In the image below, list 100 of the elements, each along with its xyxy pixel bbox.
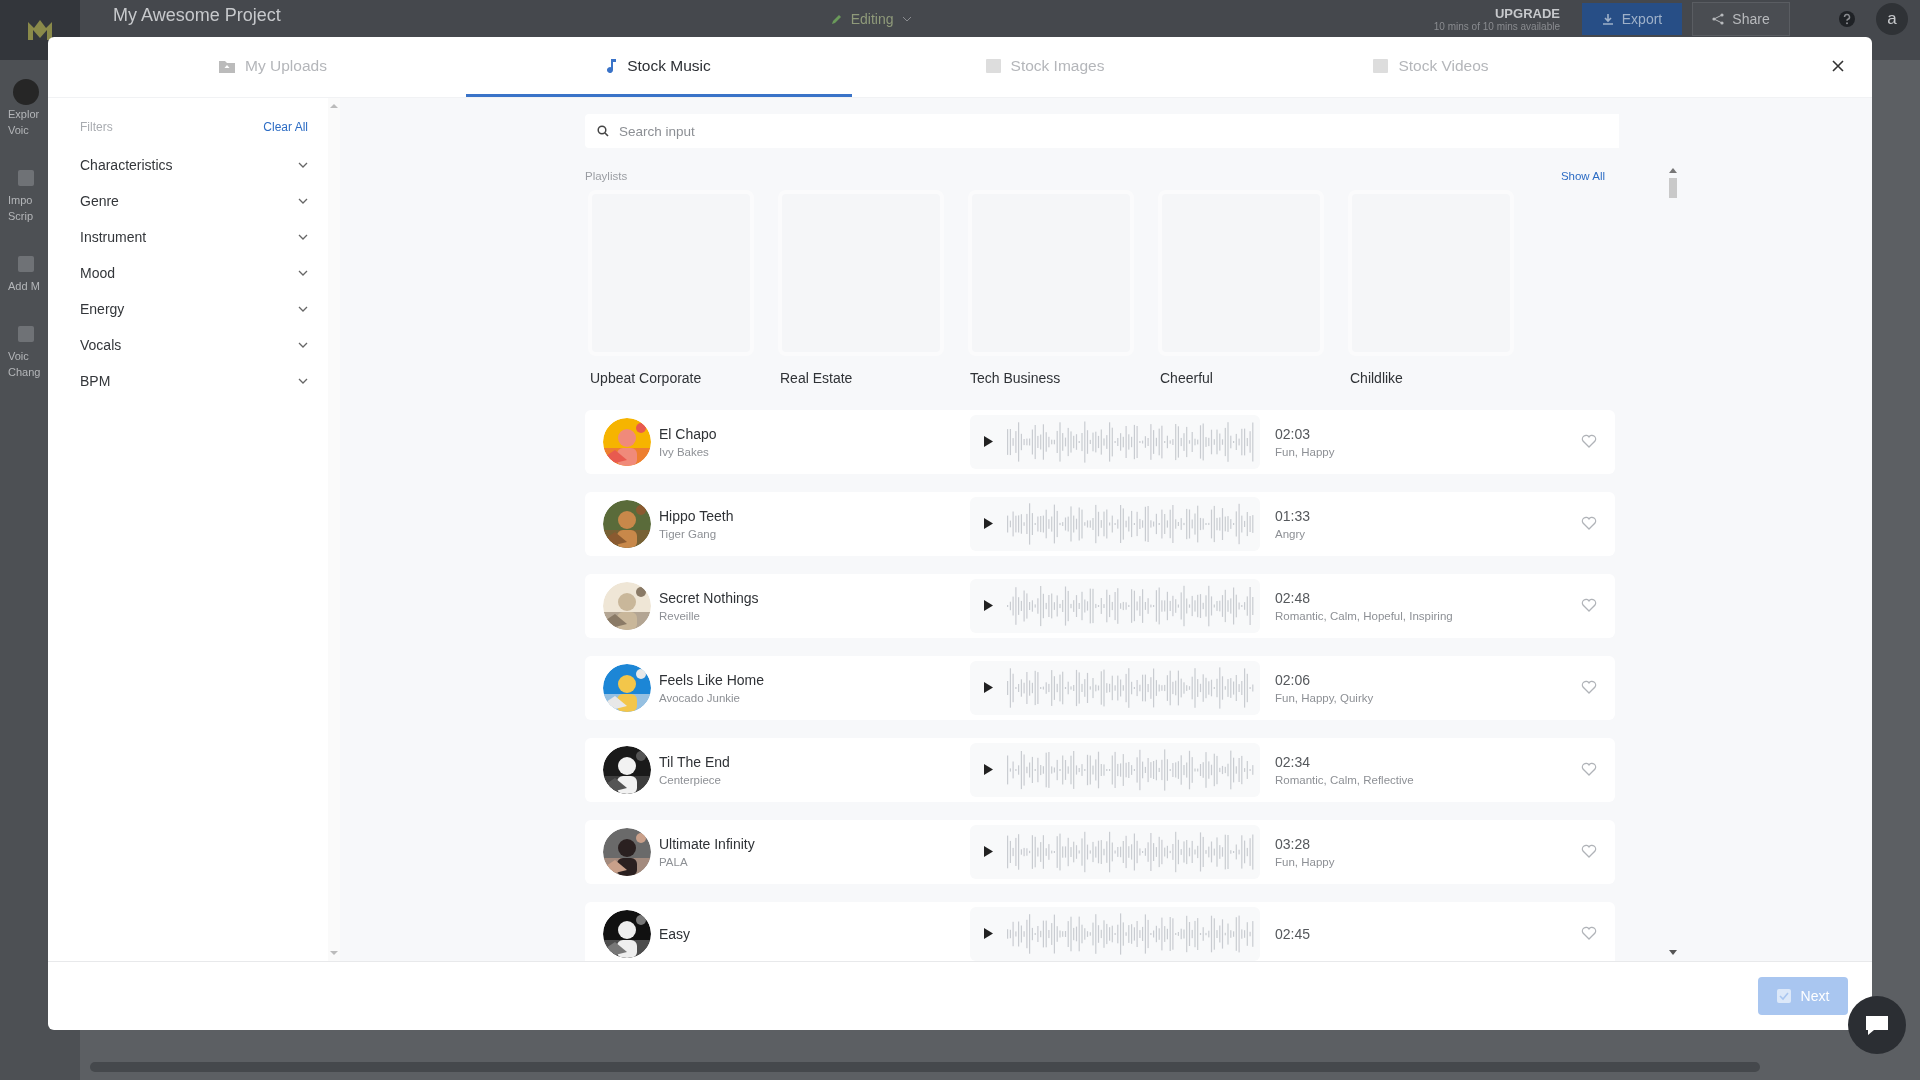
filter-dropdown[interactable]: Characteristics [80, 147, 308, 183]
playlist-title[interactable]: Tech Business [970, 370, 1155, 386]
filter-dropdown[interactable]: Instrument [80, 219, 308, 255]
chevron-icon [298, 378, 308, 384]
track-row[interactable]: Feels Like Home Avocado Junkie 02:06 Fun, Happy, Quirky [585, 656, 1615, 720]
heart-icon [1581, 597, 1597, 612]
logo-icon [26, 18, 54, 42]
export-button[interactable]: Export [1582, 3, 1682, 35]
track-row[interactable]: Easy 02:45 [585, 902, 1615, 961]
heart-icon [1581, 761, 1597, 776]
download-icon [1601, 13, 1614, 25]
share-button[interactable]: Share [1692, 2, 1790, 36]
playlist-title[interactable]: Real Estate [780, 370, 965, 386]
artist-name: Ivy Bakes [659, 446, 710, 458]
mood-tags: Romantic, Calm, Hopeful, Inspiring [1275, 610, 1581, 622]
user-avatar[interactable]: a [1876, 3, 1908, 35]
video-icon [1373, 58, 1389, 73]
music-note-icon [607, 58, 618, 73]
next-button: Next [1758, 977, 1848, 1015]
heart-icon [1581, 843, 1597, 858]
track-duration: 03:28 [1275, 836, 1312, 852]
track-duration: 01:33 [1275, 508, 1312, 524]
track-title: El Chapo [659, 426, 717, 442]
heart-icon [1581, 433, 1597, 448]
artist-name: Avocado Junkie [659, 692, 741, 704]
sidebar-label: Impo [8, 193, 33, 208]
close-icon [1832, 59, 1844, 72]
image-icon [985, 58, 1001, 73]
track-title: Hippo Teeth [659, 508, 734, 524]
track-row[interactable]: Til The End Centerpiece 02:34 Romantic, Calm, Reflective [585, 738, 1615, 802]
chevron-icon [298, 162, 308, 168]
share-icon [1712, 13, 1725, 25]
chevron-icon [298, 342, 308, 348]
show-all-link[interactable]: Show All [1560, 170, 1605, 182]
play-icon [984, 599, 993, 611]
track-title: Easy [659, 926, 691, 942]
upgrade-link[interactable]: UPGRADE [1433, 6, 1560, 21]
chat-button[interactable] [1848, 996, 1906, 1054]
play-icon [984, 681, 993, 693]
check-icon [1776, 989, 1791, 1003]
track-duration: 02:45 [1275, 926, 1312, 942]
mood-tags: Fun, Happy, Quirky [1275, 692, 1581, 704]
scrollbar-thumb[interactable] [1669, 178, 1677, 198]
pencil-icon [830, 13, 843, 25]
mood-tags: Romantic, Calm, Reflective [1275, 774, 1581, 786]
artist-name: Reveille [659, 610, 701, 622]
filter-dropdown[interactable]: Mood [80, 255, 308, 291]
sidebar-label: Voic [8, 123, 29, 138]
mood-tags: Fun, Happy [1275, 856, 1581, 868]
chevron-icon [298, 270, 308, 276]
heart-icon [1581, 679, 1597, 694]
track-duration: 02:03 [1275, 426, 1312, 442]
filter-dropdown[interactable]: Vocals [80, 327, 308, 363]
track-title: Ultimate Infinity [659, 836, 755, 852]
track-row[interactable]: Secret Nothings Reveille 02:48 Romantic, Calm, Hopeful, Inspiring [585, 574, 1615, 638]
artist-name: Tiger Gang [659, 528, 718, 540]
filters-heading: Filters [80, 120, 113, 134]
filter-dropdown[interactable]: Energy [80, 291, 308, 327]
play-icon [984, 517, 993, 529]
play-icon [984, 435, 993, 447]
sidebar-label: Chang [8, 365, 41, 380]
scroll-up-icon[interactable] [1669, 168, 1677, 173]
clear-all-link[interactable]: Clear All [263, 120, 308, 134]
voice-avatar-icon[interactable] [12, 78, 40, 106]
play-icon [984, 927, 993, 939]
track-title: Secret Nothings [659, 590, 759, 606]
heart-icon [1581, 925, 1597, 940]
play-icon [984, 763, 993, 775]
heart-icon [1581, 515, 1597, 530]
horizontal-scrollbar[interactable] [90, 1062, 1760, 1072]
project-title[interactable]: My Awesome Project [113, 4, 281, 26]
mood-tags: Fun, Happy [1275, 446, 1581, 458]
artist-name: PALA [659, 856, 689, 868]
filter-dropdown[interactable]: BPM [80, 363, 308, 399]
track-title: Feels Like Home [659, 672, 765, 688]
artist-name: Centerpiece [659, 774, 722, 786]
chevron-icon [298, 234, 308, 240]
filter-dropdown[interactable]: Genre [80, 183, 308, 219]
chevron-icon [298, 306, 308, 312]
track-duration: 02:48 [1275, 590, 1312, 606]
caret-icon [901, 16, 912, 22]
playlist-title[interactable]: Cheerful [1160, 370, 1345, 386]
track-duration: 02:34 [1275, 754, 1312, 770]
track-row[interactable]: Ultimate Infinity PALA 03:28 Fun, Happy [585, 820, 1615, 884]
playlist-title[interactable]: Upbeat Corporate [590, 370, 775, 386]
sidebar-label: Scrip [8, 209, 34, 224]
sidebar-label: Add M [8, 279, 40, 294]
play-icon [984, 845, 993, 857]
track-row[interactable]: Hippo Teeth Tiger Gang 01:33 Angry [585, 492, 1615, 556]
chat-icon [1864, 1013, 1890, 1037]
upload-folder-icon [219, 58, 236, 73]
track-duration: 02:06 [1275, 672, 1312, 688]
usage-text: 10 mins of 10 mins available [1433, 21, 1560, 32]
mood-tags: Angry [1275, 528, 1581, 540]
scroll-down-icon[interactable] [1669, 950, 1677, 955]
playlists-heading: Playlists [585, 170, 628, 182]
help-icon[interactable] [1838, 10, 1856, 28]
search-field[interactable]: Search input [585, 114, 1619, 148]
playlist-title[interactable]: Childlike [1350, 370, 1535, 386]
track-row[interactable]: El Chapo Ivy Bakes 02:03 Fun, Happy [585, 410, 1615, 474]
